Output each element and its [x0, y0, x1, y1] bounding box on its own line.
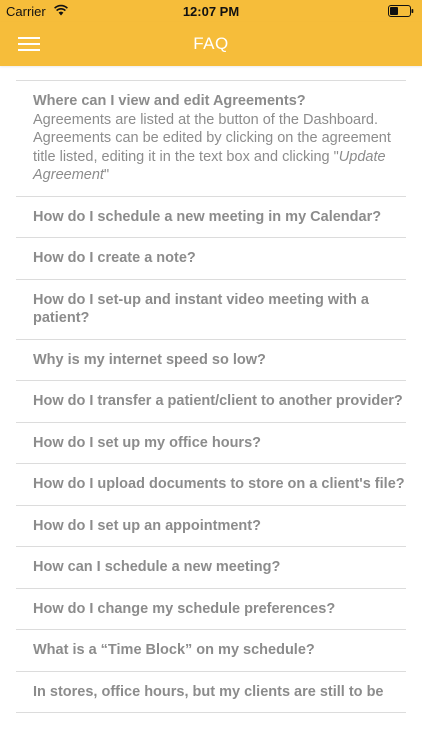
faq-question: Where can I view and edit Agreements? — [33, 93, 306, 109]
faq-answer: Agreements are listed at the button of t… — [33, 111, 406, 185]
faq-item[interactable]: What is a “Time Block” on my schedule? — [16, 630, 406, 672]
faq-question: How do I schedule a new meeting in my Ca… — [33, 208, 382, 225]
faq-item[interactable]: How do I change my schedule preferences? — [16, 589, 406, 630]
faq-item[interactable]: How do I set up an appointment? — [16, 506, 406, 547]
clock-label: 12:07 PM — [182, 4, 240, 19]
faq-question: In stores, office hours, but my clients … — [33, 683, 384, 700]
faq-question: How do I create a note? — [33, 250, 196, 266]
faq-item[interactable]: How do I transfer a patient/client to an… — [16, 381, 406, 423]
battery-icon — [388, 5, 414, 17]
list-top-divider — [16, 66, 406, 81]
app-screen: Carrier 12:07 PM FAQ Where can I view an… — [0, 0, 422, 750]
faq-question: Why is my internet speed so low? — [33, 351, 266, 368]
faq-item[interactable]: Why is my internet speed so low? — [16, 340, 406, 381]
faq-item[interactable]: How can I schedule a new meeting? — [16, 547, 406, 589]
faq-question: How do I set up my office hours? — [33, 434, 261, 451]
faq-question: How do I set up an appointment? — [33, 517, 261, 534]
faq-item[interactable]: In stores, office hours, but my clients … — [16, 672, 406, 713]
faq-question: How can I schedule a new meeting? — [33, 559, 281, 575]
faq-question: How do I transfer a patient/client to an… — [33, 393, 403, 409]
faq-question: How do I upload documents to store on a … — [33, 476, 405, 492]
faq-item[interactable]: How do I set up my office hours? — [16, 423, 406, 464]
faq-question: How do I set-up and instant video meetin… — [33, 291, 369, 327]
faq-question: How do I change my schedule preferences? — [33, 600, 336, 617]
faq-answer-text: Agreements are listed at the button of t… — [33, 111, 391, 165]
navigation-bar: FAQ — [0, 22, 422, 66]
faq-question: What is a “Time Block” on my schedule? — [33, 642, 315, 658]
faq-item[interactable]: How do I schedule a new meeting in my Ca… — [16, 197, 406, 238]
faq-answer-suffix: " — [103, 167, 110, 183]
faq-item-expanded[interactable]: Where can I view and edit Agreements? Ag… — [16, 81, 406, 197]
faq-list: Where can I view and edit Agreements? Ag… — [0, 66, 422, 713]
faq-item[interactable]: How do I create a note? — [16, 238, 406, 280]
page-title: FAQ — [193, 34, 229, 53]
faq-item[interactable]: How do I set-up and instant video meetin… — [16, 280, 406, 340]
status-bar: Carrier 12:07 PM — [0, 0, 422, 22]
faq-item[interactable]: How do I upload documents to store on a … — [16, 464, 406, 506]
